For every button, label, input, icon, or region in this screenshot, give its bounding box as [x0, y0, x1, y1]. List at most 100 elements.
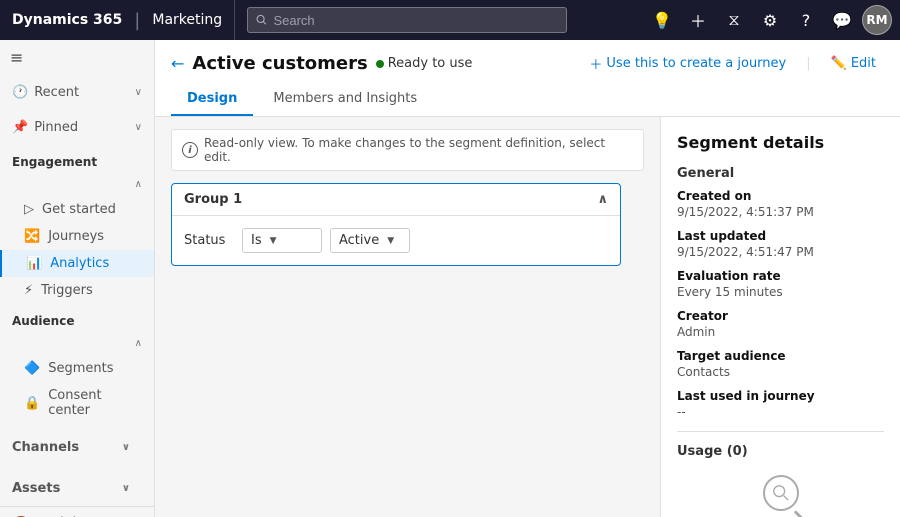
- condition-label: Status: [184, 233, 234, 248]
- created-on-field: Created on 9/15/2022, 4:51:37 PM: [677, 189, 884, 219]
- sidebar: ≡ 🕐 Recent ∨ 📌 Pinned ∨ Engagement: [0, 40, 155, 517]
- created-on-value: 9/15/2022, 4:51:37 PM: [677, 205, 884, 219]
- design-canvas: i Read-only view. To make changes to the…: [155, 117, 660, 517]
- sidebar-item-triggers[interactable]: ⚡ Triggers: [0, 277, 154, 304]
- collapse-icon[interactable]: ∧: [597, 192, 608, 207]
- page-title: Active customers: [192, 53, 367, 74]
- group-card: Group 1 ∧ Status Is ▼ Active ▼: [171, 183, 621, 266]
- create-journey-button[interactable]: ＋ Use this to create a journey: [581, 50, 794, 77]
- edit-icon: ✏️: [831, 56, 847, 71]
- sidebar-engagement-toggle[interactable]: ∧: [0, 173, 154, 196]
- evaluation-rate-label: Evaluation rate: [677, 269, 884, 283]
- channels-section: Channels ∨: [0, 424, 154, 465]
- segment-details-title: Segment details: [677, 133, 884, 152]
- sidebar-item-segments[interactable]: 🔷 Segments: [0, 355, 154, 382]
- chat-icon[interactable]: 💬: [826, 4, 858, 36]
- created-on-label: Created on: [677, 189, 884, 203]
- main-layout: ≡ 🕐 Recent ∨ 📌 Pinned ∨ Engagement: [0, 40, 900, 517]
- plus-icon[interactable]: ＋: [682, 4, 714, 36]
- recent-icon: 🕐: [12, 85, 28, 100]
- brand-module: Marketing: [152, 12, 222, 28]
- value-display: Active: [339, 233, 379, 248]
- lightbulb-icon[interactable]: 💡: [646, 4, 678, 36]
- top-navigation: Dynamics 365 | Marketing 💡 ＋ ⧖ ⚙ ? 💬 RM: [0, 0, 900, 40]
- last-updated-value: 9/15/2022, 4:51:47 PM: [677, 245, 884, 259]
- chevron-up-icon: ∧: [135, 179, 142, 190]
- value-select[interactable]: Active ▼: [330, 228, 410, 253]
- last-used-field: Last used in journey --: [677, 389, 884, 419]
- sidebar-bottom-area[interactable]: RM Real-time marketi... ∧: [0, 506, 154, 517]
- chevron-down-icon: ∨: [135, 122, 142, 133]
- audience-section: Audience: [0, 304, 154, 332]
- condition-row: Status Is ▼ Active ▼: [184, 228, 608, 253]
- journeys-label: Journeys: [48, 229, 104, 244]
- user-avatar[interactable]: RM: [862, 5, 892, 35]
- sidebar-item-journeys[interactable]: 🔀 Journeys: [0, 223, 154, 250]
- triggers-label: Triggers: [41, 283, 93, 298]
- engagement-section: Engagement: [0, 145, 154, 173]
- edit-button[interactable]: ✏️ Edit: [823, 52, 884, 75]
- group-header: Group 1 ∧: [172, 184, 620, 216]
- settings-icon[interactable]: ⚙: [754, 4, 786, 36]
- help-icon[interactable]: ?: [790, 4, 822, 36]
- sidebar-audience-toggle[interactable]: ∧: [0, 332, 154, 355]
- info-banner-text: Read-only view. To make changes to the s…: [204, 136, 633, 164]
- main-body: i Read-only view. To make changes to the…: [155, 117, 900, 517]
- analytics-label: Analytics: [50, 256, 109, 271]
- sidebar-item-recent[interactable]: 🕐 Recent ∨: [0, 79, 154, 106]
- tab-members-insights[interactable]: Members and Insights: [257, 83, 433, 116]
- info-banner: i Read-only view. To make changes to the…: [171, 129, 644, 171]
- search-input[interactable]: [273, 13, 558, 28]
- usage-empty-state: This segment has not been used in journe…: [677, 475, 884, 517]
- sidebar-item-consent-center[interactable]: 🔒 Consent center: [0, 382, 154, 424]
- info-icon: i: [182, 142, 198, 158]
- chevron-up-icon: ∧: [135, 338, 142, 349]
- segments-label: Segments: [48, 361, 113, 376]
- last-updated-label: Last updated: [677, 229, 884, 243]
- sidebar-group-recent: 🕐 Recent ∨: [0, 75, 154, 110]
- status-badge: Ready to use: [376, 56, 473, 71]
- play-icon: ▷: [24, 202, 34, 217]
- search-icon: [256, 14, 267, 26]
- chevron-down-icon: ∨: [122, 442, 130, 453]
- evaluation-rate-value: Every 15 minutes: [677, 285, 884, 299]
- group-title: Group 1: [184, 192, 242, 207]
- target-audience-field: Target audience Contacts: [677, 349, 884, 379]
- search-bar[interactable]: [247, 7, 567, 33]
- get-started-label: Get started: [42, 202, 116, 217]
- plus-icon: ＋: [589, 54, 602, 73]
- status-text: Ready to use: [388, 56, 473, 71]
- details-divider: [677, 431, 884, 432]
- target-audience-value: Contacts: [677, 365, 884, 379]
- breadcrumb-left: ← Active customers Ready to use: [171, 53, 472, 74]
- create-journey-label: Use this to create a journey: [606, 56, 786, 71]
- sidebar-item-analytics[interactable]: 📊 Analytics: [0, 250, 154, 277]
- filter-icon[interactable]: ⧖: [718, 4, 750, 36]
- content-area: ← Active customers Ready to use ＋ Use th…: [155, 40, 900, 517]
- operator-select[interactable]: Is ▼: [242, 228, 322, 253]
- sidebar-item-get-started[interactable]: ▷ Get started: [0, 196, 154, 223]
- consent-label: Consent center: [48, 388, 142, 418]
- last-used-value: --: [677, 405, 884, 419]
- action-separator: |: [806, 56, 810, 71]
- tab-design[interactable]: Design: [171, 83, 253, 116]
- trigger-icon: ⚡: [24, 283, 33, 298]
- assets-section: Assets ∨: [0, 465, 154, 506]
- tabs-row: Design Members and Insights: [171, 83, 884, 116]
- back-button[interactable]: ←: [171, 54, 184, 73]
- sidebar-channels-toggle[interactable]: Channels ∨: [12, 434, 142, 461]
- sidebar-item-pinned[interactable]: 📌 Pinned ∨: [0, 114, 154, 141]
- chevron-down-icon: ∨: [135, 87, 142, 98]
- journey-icon: 🔀: [24, 229, 40, 244]
- creator-field: Creator Admin: [677, 309, 884, 339]
- operator-value: Is: [251, 233, 262, 248]
- sidebar-top: ≡: [0, 40, 154, 75]
- segment-icon: 🔷: [24, 361, 40, 376]
- pin-icon: 📌: [12, 120, 28, 135]
- sidebar-assets-toggle[interactable]: Assets ∨: [12, 475, 142, 502]
- hamburger-menu[interactable]: ≡: [10, 48, 144, 67]
- usage-header: Usage (0): [677, 444, 884, 459]
- search-svg-icon: [772, 484, 790, 502]
- group-body: Status Is ▼ Active ▼: [172, 216, 620, 265]
- chevron-down-icon: ▼: [387, 236, 394, 246]
